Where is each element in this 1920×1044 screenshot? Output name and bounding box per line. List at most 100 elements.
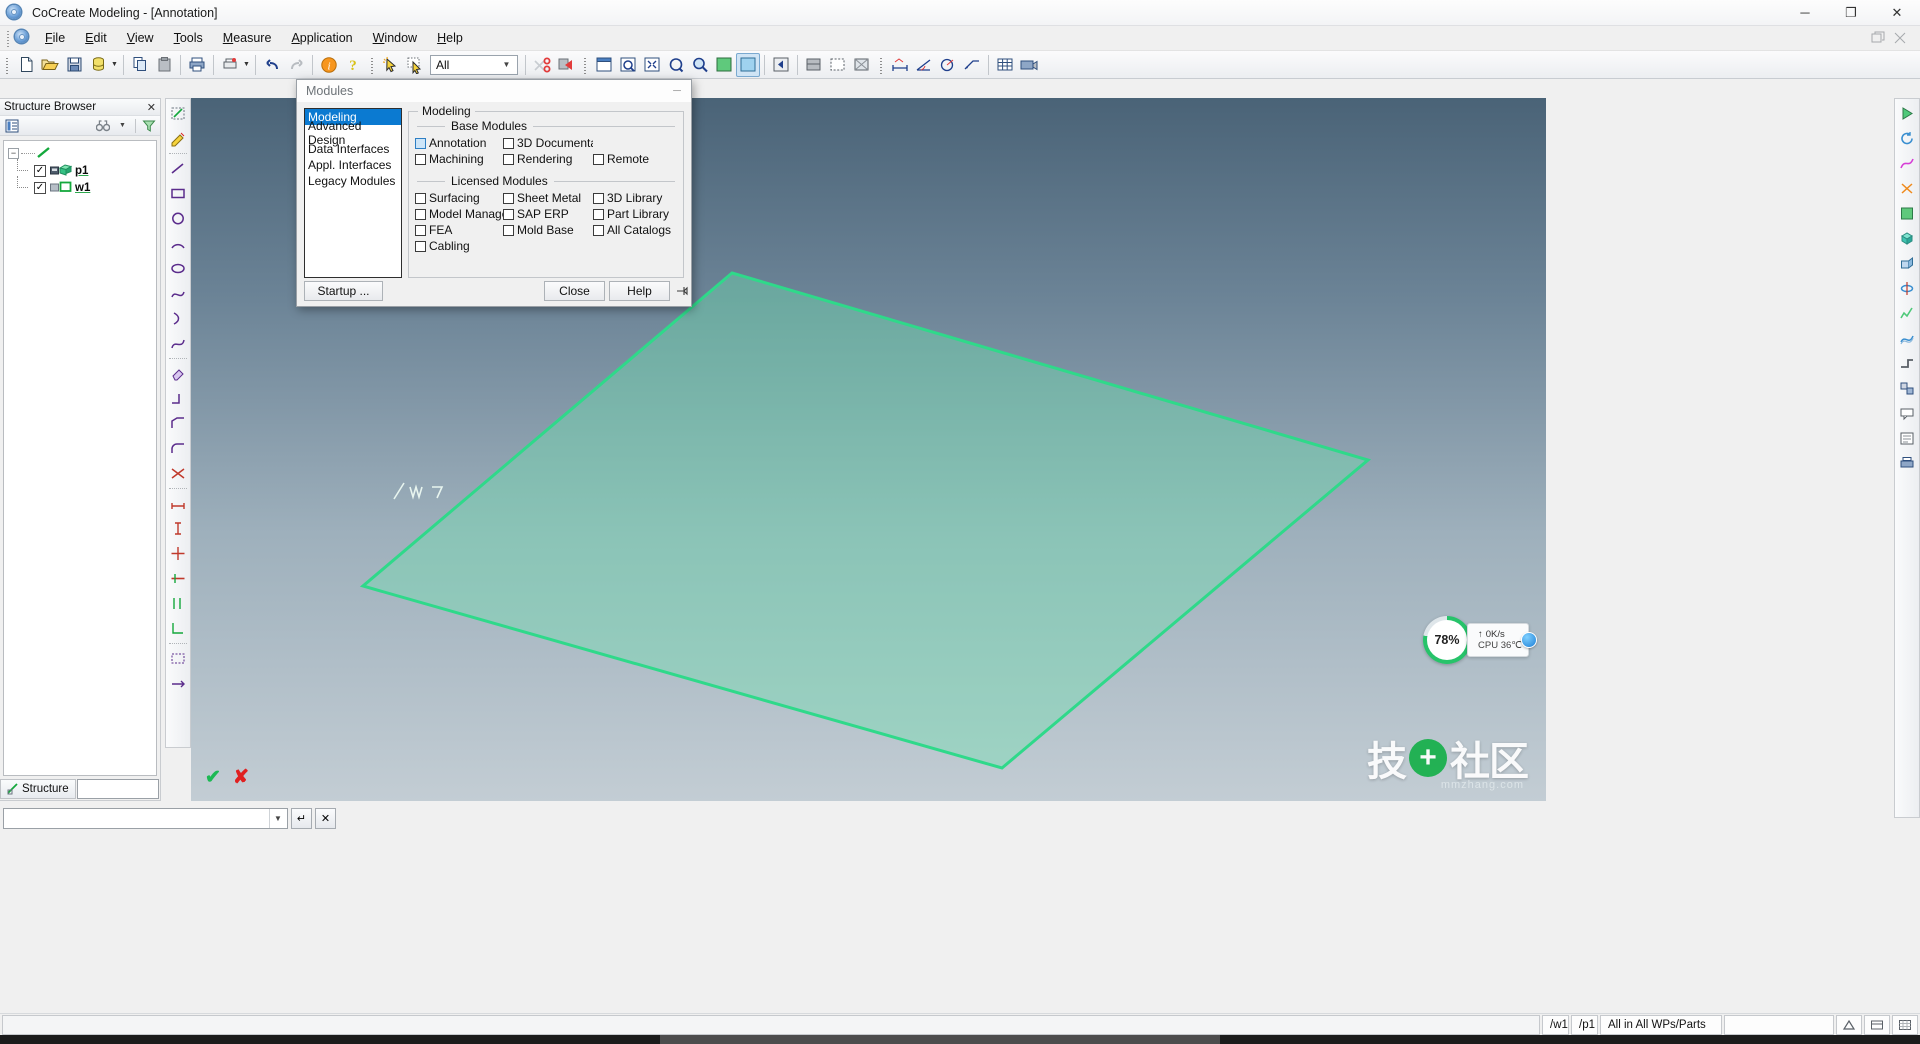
arrow-left-icon[interactable] (769, 53, 793, 77)
menu-edit[interactable]: Edit (75, 28, 117, 48)
maximize-button[interactable]: ❐ (1828, 0, 1874, 26)
toolbar-grip-2[interactable] (368, 54, 376, 75)
category-appl-interfaces[interactable]: Appl. Interfaces (305, 157, 401, 173)
tab-structure[interactable]: Structure (0, 779, 76, 799)
toolbar-grip-4[interactable] (877, 54, 885, 75)
checkbox-box-fea[interactable] (415, 224, 426, 236)
structure-filter-input[interactable] (76, 779, 159, 799)
checkbox-annotation[interactable]: Annotation (415, 135, 503, 151)
view-green-icon[interactable] (712, 53, 736, 77)
tree-checkbox-p1[interactable]: ✓ (34, 164, 46, 177)
status-cell-w1[interactable]: /w1 (1542, 1014, 1569, 1035)
shade-icon[interactable] (802, 53, 826, 77)
menu-grip-handle[interactable] (4, 28, 13, 48)
cpu-monitor-widget[interactable]: 78% ↑ 0K/s CPU 36℃ (1423, 616, 1537, 664)
checkbox-cabling[interactable]: Cabling (415, 238, 503, 254)
dim-tool-icon[interactable] (166, 491, 190, 516)
help-icon[interactable]: ? (341, 53, 365, 77)
zoom-glass-icon[interactable] (688, 53, 712, 77)
menu-file[interactable]: File (35, 28, 75, 48)
cpu-badge-icon[interactable] (1520, 632, 1537, 648)
scissors-red-icon[interactable] (530, 53, 554, 77)
table-icon[interactable] (993, 53, 1017, 77)
checkbox-box-annotation[interactable] (415, 137, 426, 149)
hidden-line-icon[interactable] (826, 53, 850, 77)
select-pointer-icon[interactable] (379, 53, 403, 77)
command-input[interactable]: ▼ (3, 807, 288, 829)
assembly-icon[interactable] (1895, 376, 1919, 401)
circle-tool-icon[interactable] (166, 206, 190, 231)
minimize-button[interactable]: ─ (1782, 0, 1828, 26)
dim-linear-icon[interactable] (888, 53, 912, 77)
checkbox-box-part-library[interactable] (593, 208, 604, 220)
checkbox-3d-documentation[interactable]: 3D Documentati (503, 135, 593, 151)
new-file-icon[interactable] (14, 53, 38, 77)
close-document-icon[interactable] (1892, 31, 1908, 45)
grid-tool-icon[interactable] (166, 646, 190, 671)
zoom-fit-icon[interactable] (640, 53, 664, 77)
green-face-icon[interactable] (1895, 201, 1919, 226)
checkbox-box-model-manager[interactable] (415, 208, 426, 220)
redo-icon[interactable] (284, 53, 308, 77)
surface-icon[interactable] (1895, 326, 1919, 351)
teal-part-icon[interactable] (1895, 226, 1919, 251)
close-icon[interactable]: ✕ (147, 101, 156, 114)
line-tool-icon[interactable] (166, 156, 190, 181)
magenta-curve-icon[interactable] (1895, 151, 1919, 176)
layers-icon[interactable] (1864, 1014, 1890, 1035)
menu-window[interactable]: Window (363, 28, 427, 48)
checkbox-box-cabling[interactable] (415, 240, 426, 252)
constraint-parallel-icon[interactable] (166, 591, 190, 616)
checkbox-model-manager[interactable]: Model Manager (415, 206, 503, 222)
zoom-window-icon[interactable] (616, 53, 640, 77)
paste-icon[interactable] (152, 53, 176, 77)
checkbox-box-sheet-metal[interactable] (503, 192, 514, 204)
command-cancel-button[interactable]: ✕ (315, 807, 336, 829)
chevron-down-icon[interactable]: ▼ (269, 808, 286, 828)
arc-tool-icon[interactable] (166, 231, 190, 256)
save-icon[interactable] (62, 53, 86, 77)
category-data-interfaces[interactable]: Data Interfaces (305, 141, 401, 157)
constraint-perp-icon[interactable] (166, 616, 190, 641)
database-dropdown-arrow[interactable]: ▼ (110, 53, 119, 77)
list-view-icon[interactable] (4, 118, 19, 133)
plot-dropdown-arrow[interactable]: ▼ (242, 53, 251, 77)
sketch-new-icon[interactable] (166, 101, 190, 126)
paste-red-icon[interactable] (554, 53, 578, 77)
select-grid-icon[interactable] (403, 53, 427, 77)
print-preview-icon[interactable] (1895, 451, 1919, 476)
checkbox-box-surfacing[interactable] (415, 192, 426, 204)
trim-tool-icon[interactable] (166, 386, 190, 411)
dim-leader-icon[interactable] (960, 53, 984, 77)
checkbox-box-3d-documentation[interactable] (503, 137, 514, 149)
dim-vertical-icon[interactable] (166, 516, 190, 541)
menu-tools[interactable]: Tools (164, 28, 213, 48)
dialog-minimize-button[interactable]: ─ (663, 80, 691, 102)
database-icon[interactable] (86, 53, 110, 77)
startup-button[interactable]: Startup ... (304, 281, 383, 301)
tree-row-p1[interactable]: ✓ p1 (6, 159, 154, 179)
drawing-icon[interactable] (1895, 426, 1919, 451)
selection-filter-combo[interactable]: All ▼ (430, 54, 518, 75)
fillet-tool-icon[interactable] (166, 436, 190, 461)
binoculars-icon[interactable] (95, 118, 110, 133)
print-icon[interactable] (185, 53, 209, 77)
checkbox-remote[interactable]: Remote (593, 151, 683, 167)
menu-application[interactable]: Application (281, 28, 362, 48)
undo-icon[interactable] (260, 53, 284, 77)
triangle-icon[interactable] (1836, 1014, 1862, 1035)
eraser-tool-icon[interactable] (166, 361, 190, 386)
spline-tool-icon[interactable] (166, 281, 190, 306)
status-cell-extra[interactable] (1724, 1014, 1834, 1035)
tree-row-w1[interactable]: ✓ w1 (6, 176, 154, 196)
grid-icon[interactable] (1892, 1014, 1918, 1035)
camera-icon[interactable] (1017, 53, 1041, 77)
split-tool-icon[interactable] (166, 461, 190, 486)
sketch-edit-icon[interactable] (166, 126, 190, 151)
tree-checkbox-w1[interactable]: ✓ (34, 181, 46, 194)
checkbox-box-sap-erp[interactable] (503, 208, 514, 220)
bspline-tool-icon[interactable] (166, 331, 190, 356)
revolve-icon[interactable] (1895, 276, 1919, 301)
checkbox-sheet-metal[interactable]: Sheet Metal (503, 190, 593, 206)
pin-icon[interactable] (675, 281, 689, 301)
